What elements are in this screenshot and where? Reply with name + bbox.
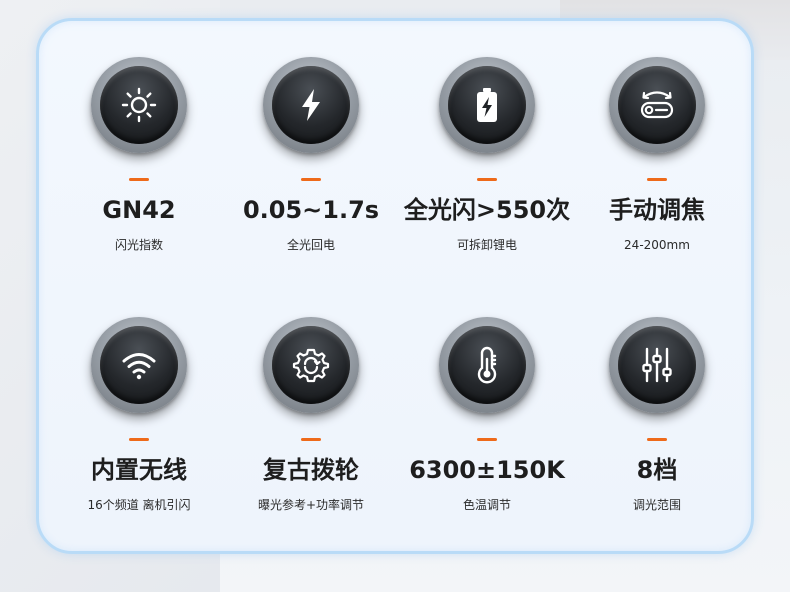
feature-subtitle: 曝光参考+功率调节	[257, 498, 365, 512]
sliders-icon	[642, 347, 672, 383]
feature-subtitle: 闪光指数	[114, 238, 163, 252]
icon-badge	[263, 317, 359, 413]
feature-grid: GN42 闪光指数 0.05~1.7s 全光回电 全光闪>550次 可拆卸锂电 …	[39, 21, 751, 551]
sun-icon	[121, 87, 157, 123]
icon-badge	[439, 57, 535, 153]
icon-badge	[439, 317, 535, 413]
feature-title: 8档	[636, 456, 678, 484]
feature-title: GN42	[102, 196, 176, 224]
accent-dash	[647, 438, 667, 441]
feature-title: 0.05~1.7s	[242, 196, 380, 224]
accent-dash	[129, 438, 149, 441]
feature-subtitle: 24-200mm	[624, 238, 690, 252]
feature-title: 全光闪>550次	[403, 196, 571, 224]
feature-panel: GN42 闪光指数 0.05~1.7s 全光回电 全光闪>550次 可拆卸锂电 …	[36, 18, 754, 554]
icon-badge	[263, 57, 359, 153]
lightning-icon	[302, 89, 320, 121]
feature-subtitle: 可拆卸锂电	[456, 238, 517, 252]
feature-subtitle: 色温调节	[462, 498, 511, 512]
zoom-icon	[640, 91, 674, 119]
accent-dash	[647, 178, 667, 181]
feature-title: 复古拨轮	[263, 456, 359, 484]
wifi-icon	[122, 353, 156, 380]
accent-dash	[301, 178, 321, 181]
feature-title: 手动调焦	[609, 196, 705, 224]
accent-dash	[477, 438, 497, 441]
icon-badge	[91, 317, 187, 413]
thermometer-icon	[477, 346, 497, 384]
icon-badge	[609, 317, 705, 413]
icon-badge	[609, 57, 705, 153]
refresh-gear-icon	[292, 348, 330, 383]
feature-subtitle: 调光范围	[632, 498, 681, 512]
feature-subtitle: 全光回电	[286, 238, 335, 252]
accent-dash	[477, 178, 497, 181]
battery-icon	[477, 88, 497, 122]
feature-title: 6300±150K	[409, 456, 565, 484]
feature-subtitle: 16个频道 离机引闪	[87, 498, 191, 512]
accent-dash	[301, 438, 321, 441]
feature-title: 内置无线	[91, 456, 187, 484]
icon-badge	[91, 57, 187, 153]
accent-dash	[129, 178, 149, 181]
